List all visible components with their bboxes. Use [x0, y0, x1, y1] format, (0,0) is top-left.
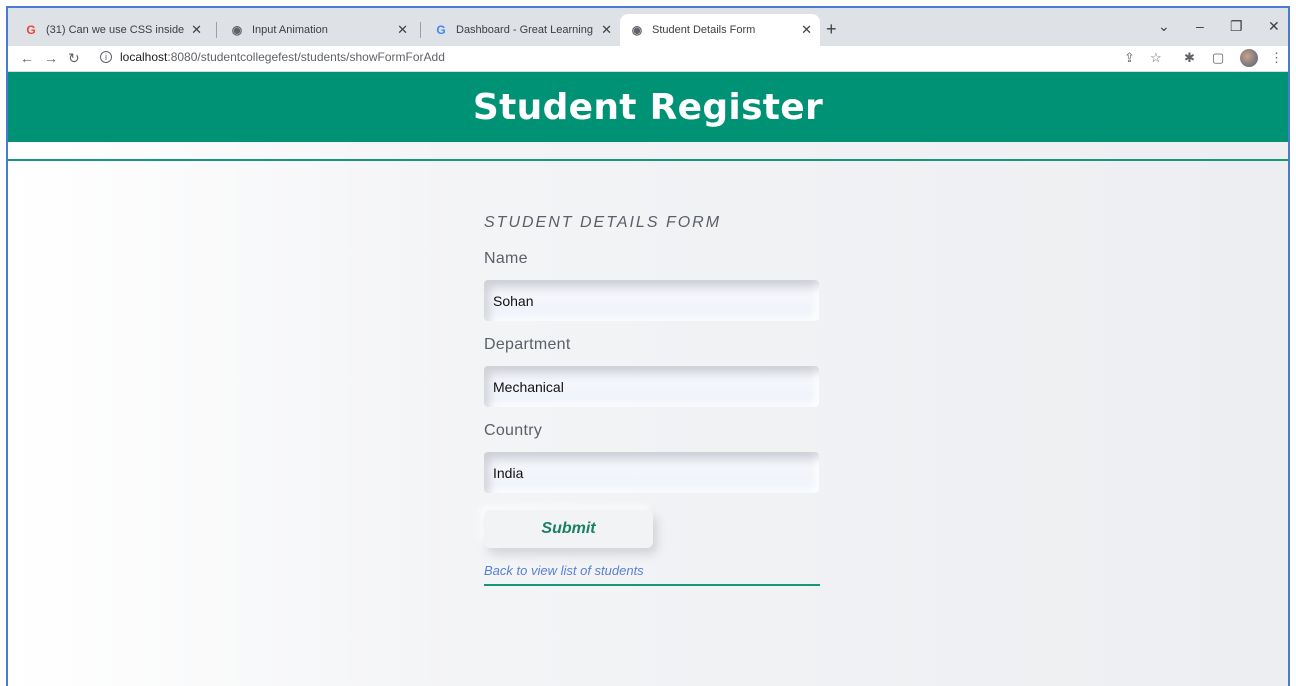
name-input[interactable] [484, 280, 819, 321]
tab-divider [420, 22, 421, 38]
tab-input-animation[interactable]: ◉ Input Animation ✕ [220, 14, 416, 46]
page-content: Student Register STUDENT DETAILS FORM Na… [8, 72, 1288, 686]
name-label: Name [484, 250, 528, 267]
tab-label: Dashboard - Great Learning [456, 24, 593, 36]
tab-divider [216, 22, 217, 38]
tab-label: Input Animation [252, 24, 328, 36]
form-underline [484, 584, 820, 586]
department-label: Department [484, 336, 571, 353]
close-icon[interactable]: ✕ [601, 22, 612, 38]
back-to-list-link[interactable]: Back to view list of students [484, 563, 644, 578]
close-icon[interactable]: ✕ [397, 22, 408, 38]
close-icon[interactable]: ✕ [801, 22, 812, 38]
country-label: Country [484, 422, 543, 439]
address-bar[interactable]: i localhost:8080/studentcollegefest/stud… [100, 50, 445, 64]
page-header: Student Register [8, 72, 1288, 142]
submit-button[interactable]: Submit [484, 510, 653, 548]
browser-toolbar: ← → ↻ i localhost:8080/studentcollegefes… [8, 46, 1288, 72]
minimize-icon[interactable]: – [1196, 18, 1204, 34]
url-host: localhost [120, 50, 168, 64]
country-input[interactable] [484, 452, 819, 493]
new-tab-icon[interactable]: + [826, 19, 837, 40]
share-icon[interactable]: ⇪ [1124, 50, 1135, 66]
department-input[interactable] [484, 366, 819, 407]
reload-icon[interactable]: ↻ [68, 50, 80, 67]
form-title: STUDENT DETAILS FORM [484, 214, 722, 231]
google-icon: G [436, 23, 446, 37]
back-arrow-icon[interactable]: ← [20, 50, 34, 66]
tab-dashboard[interactable]: G Dashboard - Great Learning ✕ [424, 14, 620, 46]
forward-arrow-icon[interactable]: → [44, 50, 58, 66]
tab-strip: G (31) Can we use CSS inside a JSP ✕ ◉ I… [8, 8, 1288, 46]
avatar[interactable] [1240, 49, 1258, 67]
kebab-menu-icon[interactable]: ⋮ [1270, 50, 1283, 66]
tab-label: Student Details Form [652, 24, 756, 36]
star-icon[interactable]: ☆ [1150, 50, 1162, 66]
globe-icon: ◉ [631, 23, 643, 37]
globe-icon: ◉ [231, 23, 243, 37]
tab-label: (31) Can we use CSS inside a JSP [46, 24, 186, 36]
close-icon[interactable]: ✕ [191, 22, 202, 38]
header-divider [8, 159, 1288, 161]
side-panel-icon[interactable]: ▢ [1212, 50, 1224, 66]
page-title: Student Register [472, 86, 824, 128]
great-learning-icon: G [26, 23, 36, 37]
chevron-down-icon[interactable]: ⌄ [1158, 18, 1170, 35]
restore-icon[interactable]: ❐ [1230, 18, 1243, 35]
window-close-icon[interactable]: ✕ [1268, 18, 1280, 35]
tab-css-jsp[interactable]: G (31) Can we use CSS inside a JSP ✕ [14, 14, 210, 46]
browser-window: G (31) Can we use CSS inside a JSP ✕ ◉ I… [6, 6, 1290, 686]
url-path: :8080/studentcollegefest/students/showFo… [167, 50, 445, 64]
info-icon[interactable]: i [100, 51, 112, 63]
tab-student-details[interactable]: ◉ Student Details Form ✕ [620, 14, 820, 46]
extensions-icon[interactable]: ✱ [1184, 50, 1195, 66]
